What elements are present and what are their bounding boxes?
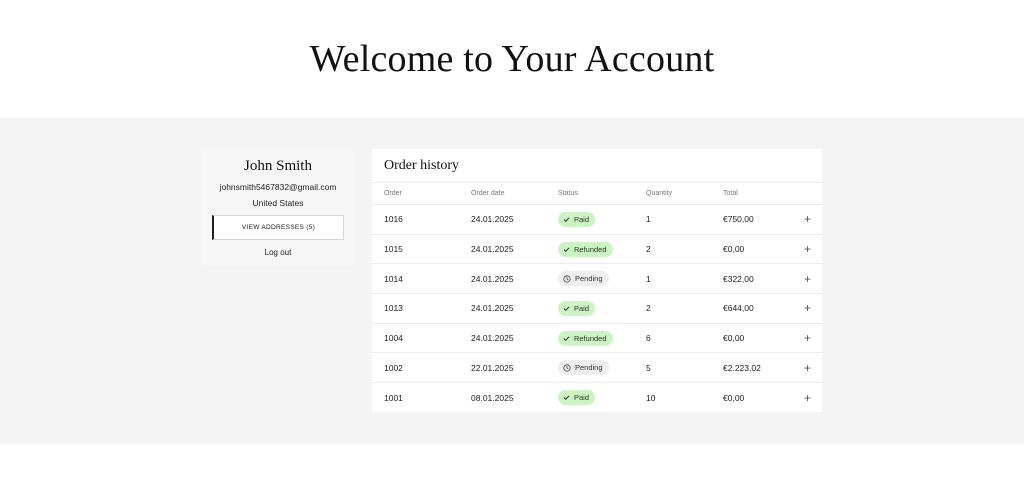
customer-email: johnsmith5467832@gmail.com (219, 182, 337, 192)
expand-plus-icon[interactable]: + (804, 242, 811, 256)
order-date: 08.01.2025 (471, 392, 514, 403)
header-quantity: Quantity (646, 190, 673, 197)
table-row[interactable]: 1015 24.01.2025 Refunded 2 €0,00 + (372, 235, 822, 265)
status-label: Refunded (574, 333, 607, 343)
order-date: 24.01.2025 (471, 303, 514, 314)
profile-card: John Smith johnsmith5467832@gmail.com Un… (202, 149, 354, 266)
order-quantity: 2 (646, 303, 651, 314)
status-badge-inner: Pending (558, 360, 609, 376)
expand-plus-icon[interactable]: + (804, 361, 811, 375)
order-quantity: 1 (646, 273, 651, 284)
header-order: Order (384, 190, 402, 197)
check-icon (563, 216, 574, 223)
table-row[interactable]: 1002 22.01.2025 Pending 5 €2.223,02 + (372, 353, 822, 384)
order-total: €322,00 (723, 273, 754, 284)
order-date: 24.01.2025 (471, 244, 514, 255)
status-badge: Pending (558, 271, 609, 287)
status-badge: Paid (558, 390, 596, 406)
order-quantity: 1 (646, 214, 651, 225)
header-total: Total (723, 190, 738, 197)
order-quantity: 5 (646, 362, 651, 373)
expand-plus-icon[interactable]: + (804, 212, 811, 226)
order-date: 24.01.2025 (471, 333, 514, 344)
order-rows: 1016 24.01.2025 Paid 1 €750,00 +1015 24.01.202… (372, 205, 822, 413)
order-history-title: Order history (372, 149, 822, 183)
order-total: €0,00 (723, 244, 745, 255)
order-number[interactable]: 1014 (384, 274, 403, 284)
order-number[interactable]: 1004 (384, 333, 403, 343)
status-label: Paid (574, 393, 590, 403)
status-badge-inner: Refunded (558, 330, 613, 346)
status-badge: Refunded (558, 330, 613, 346)
header-order-date: Order date (471, 190, 505, 197)
status-badge: Refunded (558, 241, 613, 257)
status-badge-inner: Paid (558, 211, 596, 227)
table-row[interactable]: 1014 24.01.2025 Pending 1 €322,00 + (372, 264, 822, 295)
order-number[interactable]: 1016 (384, 214, 403, 224)
status-badge-inner: Paid (558, 300, 596, 316)
status-badge-inner: Paid (558, 390, 596, 406)
table-row[interactable]: 1001 08.01.2025 Paid 10 €0,00 + (372, 383, 822, 413)
status-label: Refunded (574, 244, 607, 254)
check-icon (563, 335, 574, 342)
expand-plus-icon[interactable]: + (804, 272, 811, 286)
order-date: 24.01.2025 (471, 214, 514, 225)
expand-plus-icon[interactable]: + (804, 301, 811, 315)
check-icon (563, 394, 574, 401)
page-title: Welcome to Your Account (309, 38, 715, 80)
status-badge-inner: Pending (558, 271, 609, 287)
status-label: Pending (575, 363, 603, 373)
order-number[interactable]: 1015 (384, 244, 403, 254)
status-label: Paid (574, 303, 590, 313)
logout-link[interactable]: Log out (265, 248, 292, 257)
order-number[interactable]: 1013 (384, 303, 403, 313)
clock-icon (563, 364, 575, 372)
table-row[interactable]: 1013 24.01.2025 Paid 2 €644,00 + (372, 294, 822, 324)
view-addresses-button[interactable]: VIEW ADDRESSES (5) (212, 215, 344, 240)
status-badge: Paid (558, 300, 596, 316)
expand-plus-icon[interactable]: + (804, 331, 811, 345)
order-total: €0,00 (723, 392, 745, 403)
status-label: Paid (574, 214, 590, 224)
status-badge-inner: Refunded (558, 241, 613, 257)
check-icon (563, 305, 574, 312)
clock-icon (563, 275, 575, 283)
order-total: €750,00 (723, 214, 754, 225)
table-header: Order Order date Status Quantity Total (372, 183, 822, 205)
order-date: 24.01.2025 (471, 273, 514, 284)
status-label: Pending (575, 274, 603, 284)
order-number[interactable]: 1001 (384, 393, 403, 403)
order-total: €2.223,02 (723, 362, 761, 373)
order-total: €0,00 (723, 333, 745, 344)
status-badge: Paid (558, 211, 596, 227)
table-row[interactable]: 1004 24.01.2025 Refunded 6 €0,00 + (372, 324, 822, 354)
customer-name: John Smith (244, 158, 312, 174)
order-quantity: 2 (646, 244, 651, 255)
expand-plus-icon[interactable]: + (804, 391, 811, 405)
table-row[interactable]: 1016 24.01.2025 Paid 1 €750,00 + (372, 205, 822, 235)
customer-country: United States (252, 198, 304, 208)
check-icon (563, 246, 574, 253)
order-history-card: Order history Order Order date Status Qu… (372, 149, 822, 412)
order-quantity: 6 (646, 333, 651, 344)
order-date: 22.01.2025 (471, 362, 514, 373)
page-header: Welcome to Your Account (0, 0, 1024, 118)
header-status: Status (558, 190, 578, 197)
order-quantity: 10 (646, 392, 656, 403)
order-total: €644,00 (723, 303, 754, 314)
order-number[interactable]: 1002 (384, 363, 403, 373)
status-badge: Pending (558, 360, 609, 376)
